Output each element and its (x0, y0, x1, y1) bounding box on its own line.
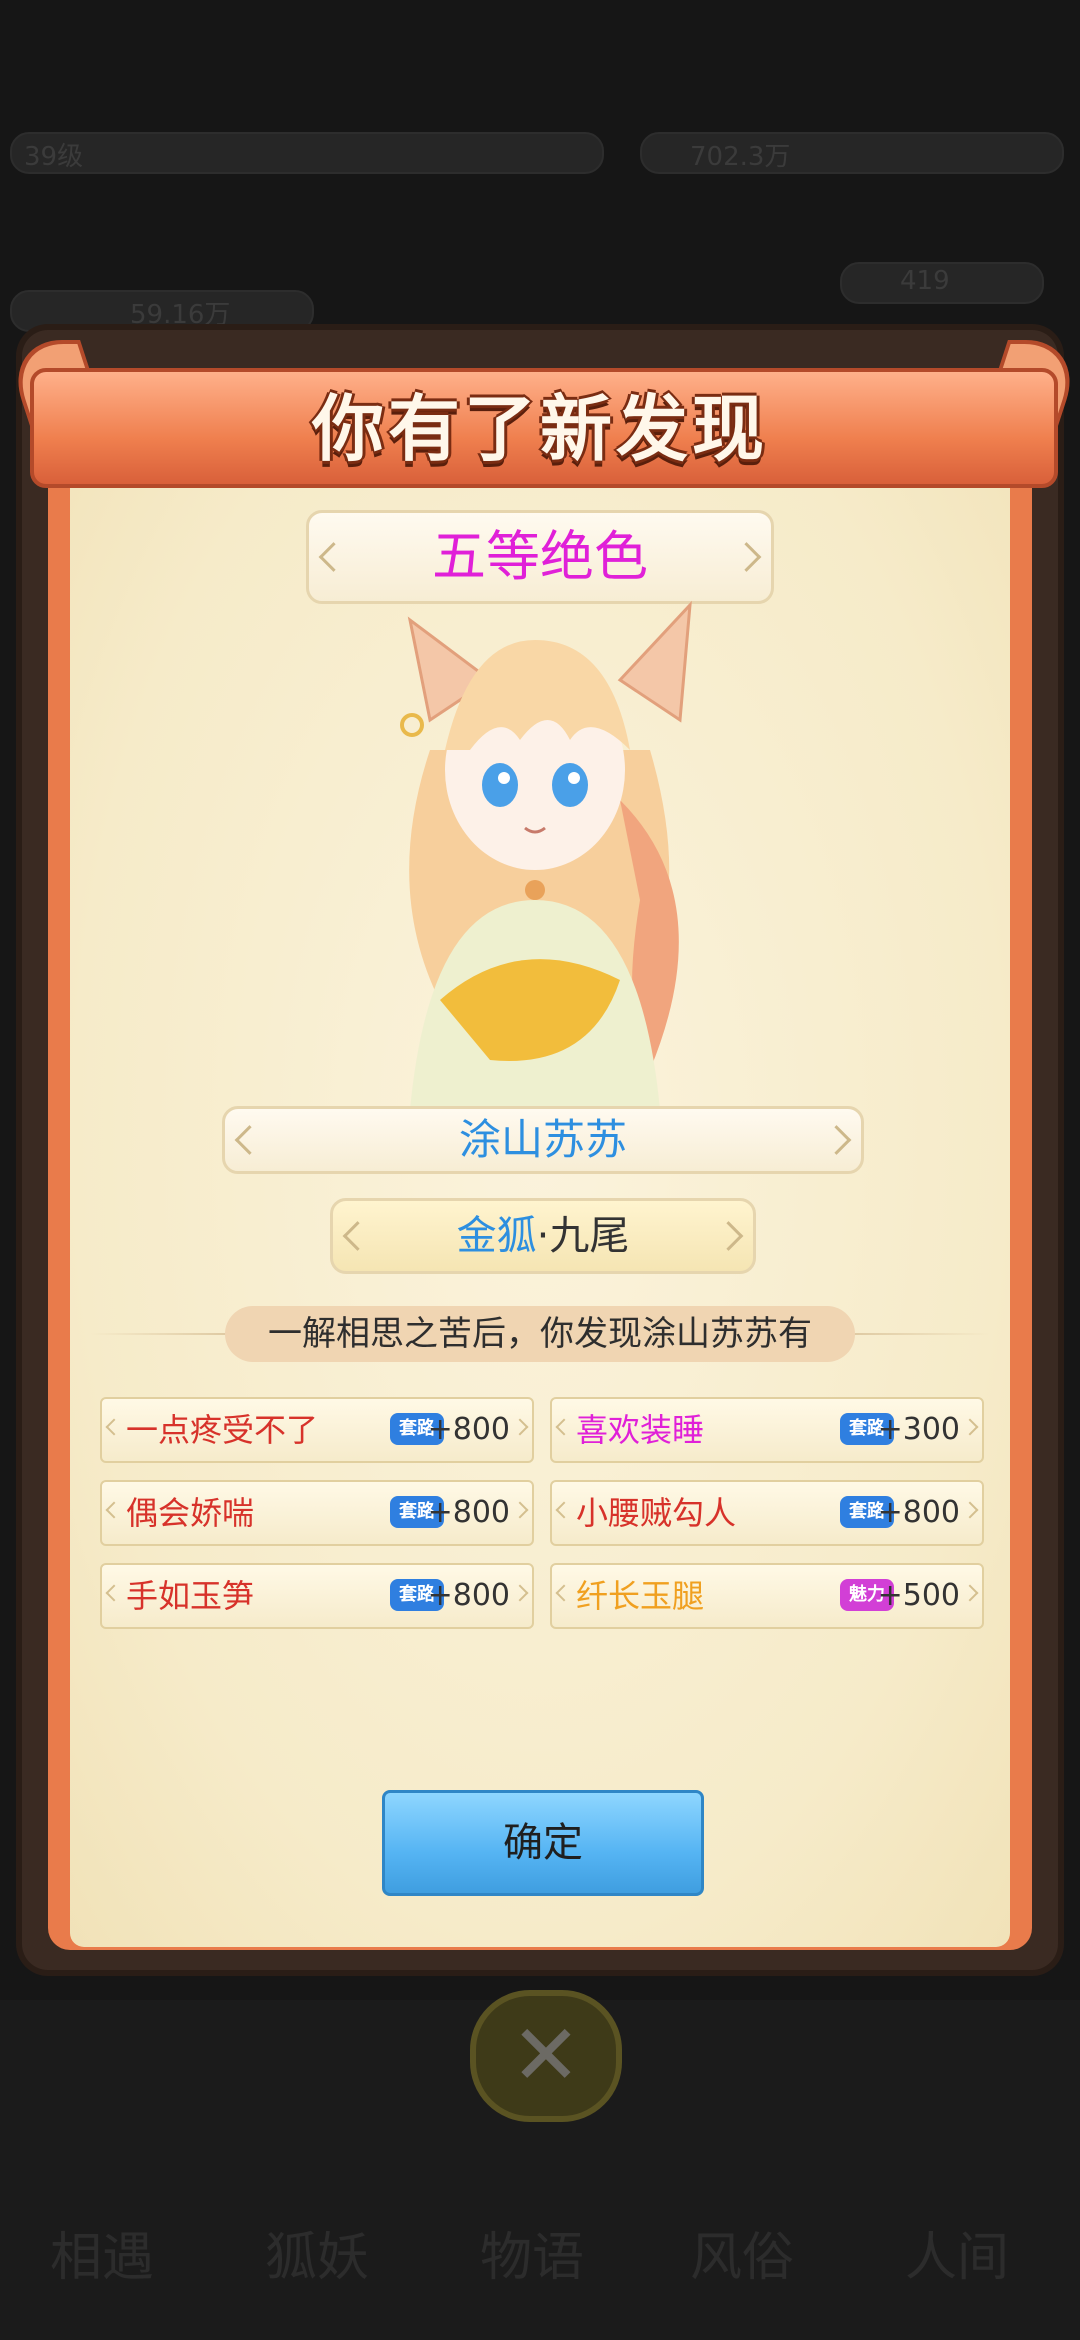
trait-value: +800 (427, 1578, 510, 1613)
lineage-plaque: 金狐·九尾 (330, 1198, 756, 1274)
trait-chevron-right-icon (961, 1418, 979, 1436)
discovery-row: 一解相思之苦后，你发现涂山苏苏有 (90, 1306, 990, 1362)
nav-item-3[interactable]: 风俗 (690, 2215, 794, 2290)
trait-chevron-right-icon (511, 1584, 529, 1602)
power-text: 59.16万 (130, 300, 231, 330)
stat-a-text: 419 (900, 266, 950, 296)
trait-chevron-left-icon (105, 1418, 123, 1436)
trait-name: 一点疼受不了 (126, 1411, 319, 1449)
trait-item: 小腰贼勾人 套路 +800 (550, 1480, 984, 1546)
rank-plaque: 五等绝色 (306, 510, 774, 604)
trait-chevron-left-icon (555, 1584, 573, 1602)
rank-label: 五等绝色 (432, 525, 648, 588)
trait-name: 喜欢装睡 (576, 1411, 705, 1449)
close-icon[interactable]: ✕ (470, 1990, 622, 2122)
nav-item-1[interactable]: 狐妖 (265, 2215, 369, 2290)
trait-item: 手如玉笋 套路 +800 (100, 1563, 534, 1629)
trait-value: +500 (877, 1578, 960, 1613)
trait-value: +300 (877, 1412, 960, 1447)
nav-item-2[interactable]: 物语 (480, 2215, 584, 2290)
currency-text: 702.3万 (690, 142, 791, 172)
trait-chevron-right-icon (961, 1501, 979, 1519)
lineage-suffix: 九尾 (549, 1213, 630, 1259)
trait-value: +800 (427, 1495, 510, 1530)
trait-name: 小腰贼勾人 (576, 1494, 737, 1532)
trait-name: 纤长玉腿 (576, 1577, 705, 1615)
trait-item: 纤长玉腿 魅力 +500 (550, 1563, 984, 1629)
discovery-text: 一解相思之苦后，你发现涂山苏苏有 (225, 1306, 855, 1362)
nav-item-0[interactable]: 相遇 (50, 2215, 154, 2290)
trait-chevron-left-icon (555, 1418, 573, 1436)
trait-item: 偶会娇喘 套路 +800 (100, 1480, 534, 1546)
confirm-button[interactable]: 确定 (382, 1790, 704, 1896)
level-text: 39级 (24, 142, 84, 172)
character-name: 涂山苏苏 (458, 1115, 627, 1164)
level-bar (10, 132, 604, 174)
trait-value: +800 (427, 1412, 510, 1447)
trait-chevron-right-icon (511, 1501, 529, 1519)
trait-value: +800 (877, 1495, 960, 1530)
lineage-separator: · (536, 1213, 550, 1259)
trait-name: 手如玉笋 (126, 1577, 255, 1615)
dialog-title: 你有了新发现 (311, 386, 768, 471)
trait-chevron-right-icon (511, 1418, 529, 1436)
trait-name: 偶会娇喘 (126, 1494, 255, 1532)
lineage-prefix: 金狐 (456, 1213, 537, 1259)
trait-item: 一点疼受不了 套路 +800 (100, 1397, 534, 1463)
nav-item-4[interactable]: 人间 (905, 2215, 1009, 2290)
trait-chevron-left-icon (555, 1501, 573, 1519)
character-name-plaque: 涂山苏苏 (222, 1106, 864, 1174)
trait-chevron-right-icon (961, 1584, 979, 1602)
trait-chevron-left-icon (105, 1501, 123, 1519)
character-portrait (400, 600, 692, 1110)
trait-item: 喜欢装睡 套路 +300 (550, 1397, 984, 1463)
trait-chevron-left-icon (105, 1584, 123, 1602)
